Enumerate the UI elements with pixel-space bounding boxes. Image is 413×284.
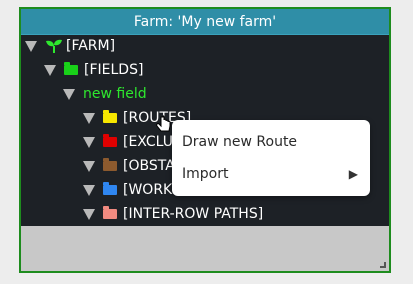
folder-icon (103, 134, 117, 147)
sprout-icon (46, 39, 62, 53)
expand-arrow-icon[interactable] (63, 88, 75, 100)
expand-arrow-icon[interactable] (83, 208, 95, 220)
tree-node-label: [FIELDS] (84, 62, 144, 78)
tree-node-farm[interactable]: [FARM] (25, 35, 115, 57)
tree-node-label: [WORK (123, 182, 173, 198)
expand-arrow-icon[interactable] (83, 160, 95, 172)
tree-node-label: [INTER-ROW PATHS] (123, 206, 264, 222)
window-title: Farm: 'My new farm' (21, 9, 389, 35)
menu-item-import[interactable]: Import ▶ (182, 160, 360, 188)
menu-item-label: Draw new Route (182, 134, 298, 150)
menu-item-draw-new-route[interactable]: Draw new Route (182, 128, 360, 156)
context-menu: Draw new Route Import ▶ (172, 120, 370, 196)
resize-grip-icon[interactable] (380, 262, 386, 268)
status-bar (21, 226, 389, 271)
tree-node-work[interactable]: [WORK (83, 179, 172, 201)
menu-item-label: Import (182, 166, 229, 182)
expand-arrow-icon[interactable] (83, 112, 95, 124)
tree-node-label: [OBSTA (123, 158, 175, 174)
folder-icon (103, 182, 117, 195)
expand-arrow-icon[interactable] (83, 136, 95, 148)
folder-icon (103, 158, 117, 171)
tree-node-label: new field (83, 86, 147, 102)
tree-node-fields[interactable]: [FIELDS] (44, 59, 143, 81)
folder-icon (103, 110, 117, 123)
tree-node-inter-row-paths[interactable]: [INTER-ROW PATHS] (83, 203, 263, 225)
hand-cursor-icon (156, 115, 171, 132)
expand-arrow-icon[interactable] (25, 40, 37, 52)
expand-arrow-icon[interactable] (44, 64, 56, 76)
expand-arrow-icon[interactable] (83, 184, 95, 196)
tree-node-obstacles[interactable]: [OBSTA (83, 155, 175, 177)
submenu-arrow-icon: ▶ (348, 167, 358, 181)
folder-icon (64, 62, 78, 75)
tree-node-label: [EXCLU (123, 134, 174, 150)
tree-node-field[interactable]: new field (63, 83, 147, 105)
folder-icon (103, 206, 117, 219)
tree-node-label: [FARM] (66, 38, 116, 54)
